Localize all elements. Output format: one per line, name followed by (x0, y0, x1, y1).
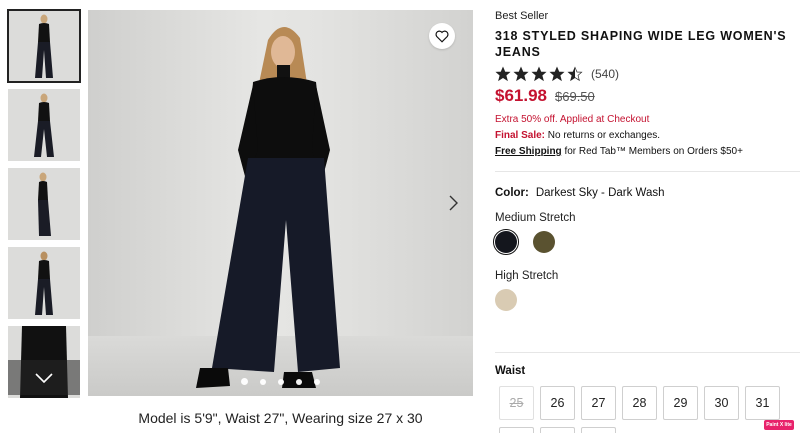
shipping-detail: for Red Tab™ Members on Orders $50+ (561, 146, 743, 157)
swatch-group-high (495, 289, 795, 311)
size-option[interactable] (581, 427, 616, 433)
next-image-button[interactable] (445, 193, 461, 213)
star-icon (549, 66, 565, 82)
final-sale-detail: No returns or exchanges. (545, 130, 661, 141)
color-swatch-darkest-sky[interactable] (492, 228, 520, 256)
thumbnail-2[interactable] (8, 89, 80, 161)
add-to-wishlist-button[interactable] (429, 23, 455, 49)
original-price: $69.50 (555, 89, 595, 104)
waist-size-31[interactable]: 31 (745, 386, 780, 420)
stretch-group-label: Medium Stretch (495, 212, 576, 224)
star-icon (567, 66, 583, 82)
carousel-dot[interactable] (314, 378, 320, 385)
waist-size-26[interactable]: 26 (540, 386, 575, 420)
heart-icon (435, 30, 449, 43)
main-product-image[interactable] (88, 10, 473, 396)
model-size-caption: Model is 5'9", Waist 27", Wearing size 2… (138, 410, 423, 426)
model-figure (35, 14, 53, 78)
carousel-dot[interactable] (241, 378, 248, 385)
star-icon (513, 66, 529, 82)
color-value: Darkest Sky - Dark Wash (535, 187, 665, 199)
model-figure (38, 172, 51, 236)
thumbnail-scroll-down-button[interactable] (8, 360, 80, 395)
waist-size-options: 25 26 27 28 29 30 31 (499, 386, 780, 420)
rating-row[interactable]: (540) (495, 66, 795, 82)
waist-size-29[interactable]: 29 (663, 386, 698, 420)
extension-badge[interactable]: Paint X lite (764, 420, 794, 430)
star-icon (531, 66, 547, 82)
free-shipping-link[interactable]: Free Shipping (495, 146, 562, 157)
star-icon (495, 66, 511, 82)
waist-size-30[interactable]: 30 (704, 386, 739, 420)
stretch-group-label: High Stretch (495, 270, 559, 282)
chevron-down-icon (35, 372, 53, 383)
thumbnail-3[interactable] (8, 168, 80, 240)
carousel-dot[interactable] (278, 378, 284, 385)
final-sale-text: Final Sale: No returns or exchanges. (495, 130, 795, 141)
model-figure (34, 93, 54, 157)
waist-size-28[interactable]: 28 (622, 386, 657, 420)
carousel-dot[interactable] (296, 378, 302, 385)
review-count[interactable]: (540) (591, 67, 619, 81)
promo-text: Extra 50% off. Applied at Checkout (495, 114, 650, 125)
carousel-dots (88, 378, 473, 385)
color-row: Color: Darkest Sky - Dark Wash (495, 187, 795, 199)
product-info-panel: Best Seller 318 STYLED SHAPING WIDE LEG … (492, 10, 800, 311)
best-seller-badge: Best Seller (495, 10, 549, 22)
thumbnail-list (7, 9, 81, 405)
thumbnail-1[interactable] (7, 9, 81, 83)
shipping-text: Free Shipping for Red Tab™ Members on Or… (495, 146, 795, 157)
waist-size-25[interactable]: 25 (499, 386, 534, 420)
chevron-right-icon (449, 195, 458, 211)
star-rating (495, 66, 583, 82)
carousel-dot[interactable] (260, 378, 266, 385)
color-swatch-olive[interactable] (533, 231, 555, 253)
length-size-options (499, 427, 616, 433)
color-label: Color: (495, 187, 529, 199)
divider (495, 352, 800, 353)
swatch-group-medium (492, 228, 795, 256)
sale-price: $61.98 (495, 86, 547, 105)
model-figure (196, 26, 340, 388)
waist-size-27[interactable]: 27 (581, 386, 616, 420)
final-sale-label: Final Sale: (495, 130, 546, 141)
divider (495, 171, 800, 172)
model-figure (35, 251, 53, 315)
price-row: $61.98 $69.50 (495, 86, 795, 106)
size-option[interactable] (540, 427, 575, 433)
product-title: 318 STYLED SHAPING WIDE LEG WOMEN'S JEAN… (495, 29, 787, 59)
thumbnail-4[interactable] (8, 247, 80, 319)
size-option[interactable] (499, 427, 534, 433)
color-swatch-tan[interactable] (495, 289, 517, 311)
waist-label: Waist (495, 365, 526, 377)
